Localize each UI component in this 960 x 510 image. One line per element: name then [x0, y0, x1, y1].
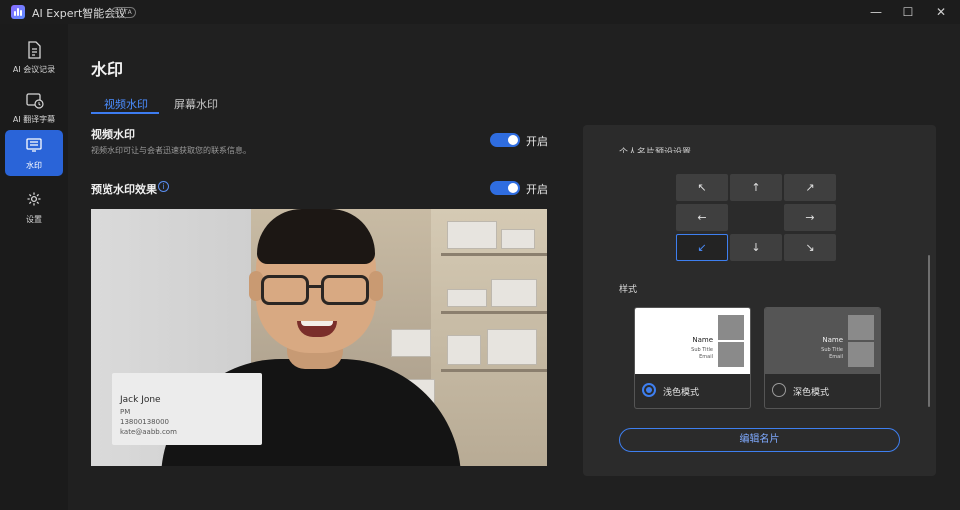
dark-style-label: 深色模式	[793, 388, 830, 398]
tab-screen-watermark[interactable]: 屏幕水印	[174, 96, 218, 112]
light-style-radio[interactable]	[642, 383, 656, 397]
position-bottom-center-button[interactable]: ↓	[730, 234, 782, 261]
panel-heading: 个人名片预设设置	[619, 148, 692, 153]
position-bottom-left-button[interactable]: ↙	[676, 234, 728, 261]
tab-video-watermark[interactable]: 视频水印	[104, 96, 148, 112]
preview-title: 预览水印效果	[91, 183, 157, 196]
position-bottom-right-button[interactable]: ↘	[784, 234, 836, 261]
preview-toggle[interactable]	[490, 181, 520, 195]
info-icon[interactable]: i	[158, 181, 169, 192]
business-card-overlay: Jack Jone PM 13800138000 kate@aabb.com	[112, 373, 262, 445]
preview-name: Name	[692, 336, 713, 344]
video-preview: Jack Jone PM 13800138000 kate@aabb.com	[91, 209, 547, 466]
light-style-preview: Name Sub Title Email	[635, 308, 750, 374]
preview-email: Email	[699, 354, 713, 360]
dark-style-radio[interactable]	[772, 383, 786, 397]
close-button[interactable]: ✕	[925, 0, 957, 24]
title-bar: AI Expert智能会议 BETA — ☐ ✕	[0, 0, 960, 24]
gear-icon	[27, 192, 41, 206]
position-top-center-button[interactable]: ↑	[730, 174, 782, 201]
document-icon	[28, 41, 41, 59]
preview-subtitle: Sub Title	[691, 347, 713, 353]
card-title: PM	[120, 408, 131, 416]
video-watermark-description: 视频水印可让与会者迅速获取您的联系信息。	[91, 146, 251, 155]
video-watermark-toggle-label: 开启	[526, 135, 548, 148]
position-middle-right-button[interactable]: →	[784, 204, 836, 231]
preview-email: Email	[829, 354, 843, 360]
position-center-slot	[730, 204, 782, 231]
sidebar-item-settings[interactable]: 设置	[5, 184, 63, 230]
edit-card-button[interactable]: 编辑名片	[619, 428, 900, 452]
card-settings-panel: 个人名片预设设置 ↖ ↑ ↗ ← → ↙ ↓ ↘ 样式 Name Sub Tit…	[583, 125, 936, 476]
video-watermark-title: 视频水印	[91, 128, 135, 141]
beta-badge: BETA	[111, 7, 137, 18]
position-middle-left-button[interactable]: ←	[676, 204, 728, 231]
sidebar-item-label: 水印	[26, 161, 42, 170]
dark-style-preview: Name Sub Title Email	[765, 308, 880, 374]
style-label: 样式	[619, 285, 638, 295]
active-tab-indicator	[91, 112, 159, 114]
main-content: 水印 视频水印 屏幕水印 视频水印 视频水印可让与会者迅速获取您的联系信息。 开…	[68, 24, 960, 510]
position-top-left-button[interactable]: ↖	[676, 174, 728, 201]
card-email: kate@aabb.com	[120, 428, 177, 436]
position-top-right-button[interactable]: ↗	[784, 174, 836, 201]
subtitle-clock-icon	[26, 93, 44, 109]
sidebar: AI 会议记录 AI 翻译字幕 水印 设置	[0, 24, 68, 510]
sidebar-item-translate-subtitles[interactable]: AI 翻译字幕	[5, 84, 63, 130]
monitor-watermark-icon	[26, 138, 42, 152]
light-style-label: 浅色模式	[663, 388, 700, 398]
card-name: Jack Jone	[120, 395, 161, 405]
preview-toggle-label: 开启	[526, 183, 548, 196]
panel-scrollbar[interactable]	[928, 255, 930, 407]
sidebar-item-watermark[interactable]: 水印	[5, 130, 63, 176]
page-title: 水印	[91, 60, 124, 79]
app-logo-icon	[11, 5, 25, 19]
preview-name: Name	[822, 336, 843, 344]
preview-subtitle: Sub Title	[821, 347, 843, 353]
maximize-button[interactable]: ☐	[892, 0, 924, 24]
card-phone: 13800138000	[120, 418, 169, 426]
sidebar-item-label: AI 会议记录	[12, 65, 56, 74]
sidebar-item-meeting-notes[interactable]: AI 会议记录	[5, 34, 63, 80]
style-light-option[interactable]: Name Sub Title Email 浅色模式	[634, 307, 751, 409]
sidebar-item-label: AI 翻译字幕	[12, 115, 56, 124]
minimize-button[interactable]: —	[860, 0, 892, 24]
style-dark-option[interactable]: Name Sub Title Email 深色模式	[764, 307, 881, 409]
sidebar-item-label: 设置	[26, 215, 42, 224]
video-watermark-toggle[interactable]	[490, 133, 520, 147]
